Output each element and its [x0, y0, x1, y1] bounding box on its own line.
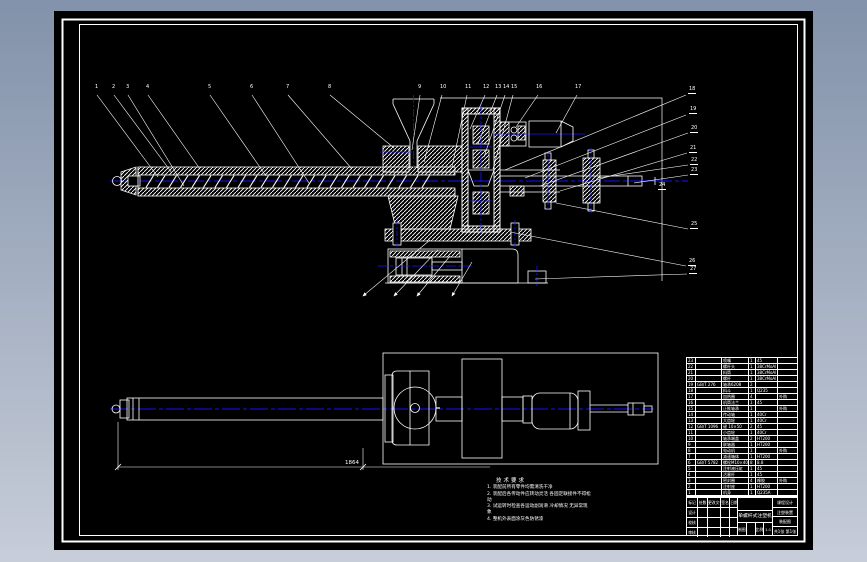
title-block-info-cell: 共1张 第1张	[773, 525, 797, 536]
balloon-number: 1	[95, 84, 99, 90]
balloon-number: 2	[112, 84, 116, 90]
balloon-number: 16	[536, 84, 543, 90]
title-block-cell	[697, 508, 707, 517]
title-block-info: 课程设计 注塑装置 装配图 共1张 第1张	[773, 498, 797, 535]
balloon-number: 25	[690, 221, 699, 229]
title-block-cell: 制图	[738, 527, 746, 532]
balloon-number: 6	[250, 84, 254, 90]
title-block: 标记处数更改文件号签名日期设计校核审核 单螺杆式注塑机 制图 比例1:1 课程设计…	[686, 497, 798, 537]
title-block-row: 校核	[687, 517, 737, 527]
title-block-cell: 比例	[754, 523, 764, 536]
balloon-number: 18	[688, 86, 697, 94]
hydraulic-cylinder	[378, 248, 548, 287]
title-block-cell	[697, 528, 707, 537]
title-block-cell	[707, 508, 720, 517]
technical-requirements: 技术要求 1. 装配前所有零件均需清洗干净 2. 装配后各传动件应转动灵活 各固定…	[487, 478, 647, 523]
balloon-number: 15	[511, 84, 518, 90]
title-block-cell: 1:1	[763, 523, 772, 536]
overall-dimension: 1864	[114, 422, 490, 471]
title-block-cell: 签名	[720, 498, 729, 507]
balloon-number: 3	[126, 84, 130, 90]
balloon-number: 10	[440, 84, 447, 90]
title-block-center: 单螺杆式注塑机 制图 比例 1:1	[738, 498, 773, 536]
balloon-number: 7	[286, 84, 290, 90]
side-view: 1864	[110, 352, 659, 471]
balloon-number: 19	[689, 106, 698, 114]
title-block-empty-cell	[738, 498, 772, 511]
cad-app-window: { "colors":{"model_space_bg":"#000000","…	[0, 0, 867, 562]
title-block-cell: 日期	[729, 498, 738, 507]
title-block-cell: 处数	[697, 498, 707, 507]
gearbox-section	[461, 104, 501, 236]
base-plate	[384, 195, 532, 248]
title-block-cell	[720, 528, 729, 537]
balloon-number: 27	[689, 266, 698, 274]
title-block-cell	[720, 518, 729, 527]
parts-list-table: 23 喷嘴 1 45 22 螺杆头 1 38CrMoAl 21 料筒 1 38CrMoAl 20 螺杆 1 3…	[686, 357, 798, 504]
title-block-cell	[745, 523, 755, 536]
title-block-cell	[729, 518, 738, 527]
tech-requirements-title: 技术要求	[496, 478, 527, 484]
balloon-number: 23	[690, 167, 699, 175]
title-block-cell: 审核	[688, 530, 696, 535]
feed-throat	[380, 145, 463, 173]
title-block-cell	[707, 518, 720, 527]
main-view	[96, 94, 689, 297]
title-block-info-cell: 课程设计	[777, 500, 793, 505]
title-block-cell	[707, 528, 720, 537]
dimension-value: 1864	[345, 460, 359, 466]
balloon-number: 4	[146, 84, 150, 90]
title-block-cell: 更改文件号	[707, 498, 720, 507]
title-block-cell: 校核	[688, 520, 696, 525]
balloon-number: 8	[328, 84, 332, 90]
title-block-cell	[697, 518, 707, 527]
balloon-number: 12	[483, 84, 490, 90]
title-block-info-cell: 注塑装置	[773, 506, 797, 517]
title-block-row: 标记处数更改文件号签名日期	[687, 498, 738, 507]
balloon-number: 5	[208, 84, 212, 90]
drawing-title: 单螺杆式注塑机	[738, 511, 772, 523]
balloon-number: 26	[688, 258, 697, 266]
balloon-number: 22	[690, 157, 699, 165]
balloon-number: 13	[495, 84, 502, 90]
title-block-cell	[720, 508, 729, 517]
title-block-cell	[729, 508, 738, 517]
title-block-row: 设计	[687, 507, 737, 517]
balloon-number: 14	[503, 84, 510, 90]
title-block-cell: 设计	[688, 510, 696, 515]
title-block-signature-grid: 标记处数更改文件号签名日期设计校核审核	[687, 498, 738, 537]
title-block-cell	[729, 528, 738, 537]
balloon-number: 21	[689, 145, 698, 153]
title-block-cell: 标记	[688, 500, 696, 505]
balloon-number: 17	[575, 84, 582, 90]
title-block-info-cell: 装配图	[773, 516, 797, 526]
balloon-number: 20	[690, 125, 699, 133]
title-block-row: 审核	[687, 527, 737, 537]
balloon-number: 11	[465, 84, 472, 90]
balloon-number: 9	[418, 84, 422, 90]
tech-requirements-line: 4. 整机外表面涂灰色防锈漆	[487, 516, 544, 522]
balloon-number: 24	[658, 182, 667, 190]
